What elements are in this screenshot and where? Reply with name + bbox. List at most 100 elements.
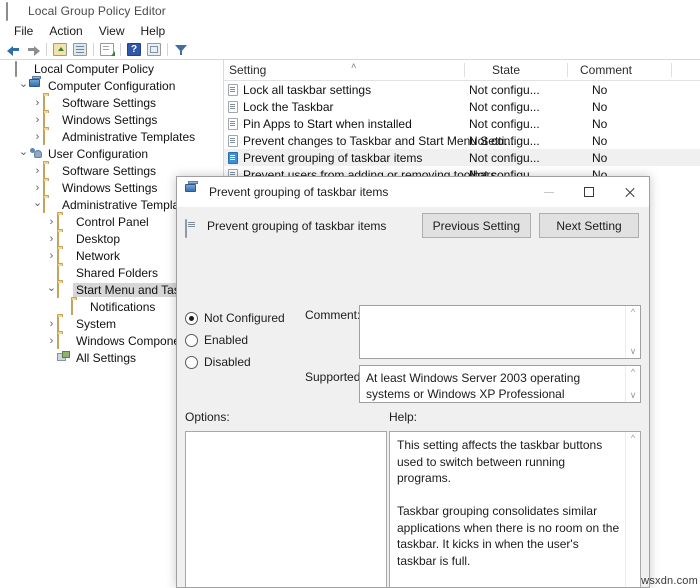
- tree-item[interactable]: ⌄Computer Configuration: [0, 77, 223, 94]
- scroll-up-icon[interactable]: ^: [631, 308, 635, 317]
- cell-state: Not configu...: [469, 83, 540, 97]
- supported-on-box: At least Windows Server 2003 operating s…: [359, 365, 641, 403]
- column-divider[interactable]: [567, 63, 568, 77]
- folder-icon: [57, 334, 72, 347]
- chevron-down-icon[interactable]: ⌄: [18, 77, 29, 94]
- all-settings-icon: [57, 351, 72, 364]
- options-panel[interactable]: [185, 431, 387, 588]
- supported-scrollbar[interactable]: ^ ∨: [625, 366, 640, 402]
- toolbar-separator: [120, 43, 121, 56]
- tree-item[interactable]: ›Software Settings: [0, 94, 223, 111]
- menu-item-file[interactable]: File: [6, 23, 41, 39]
- cell-state: Not configu...: [469, 134, 540, 148]
- chevron-down-icon[interactable]: ⌄: [18, 145, 29, 162]
- chevron-down-icon[interactable]: ⌄: [46, 281, 57, 298]
- column-header-state[interactable]: State: [492, 60, 520, 80]
- tree-item-label: All Settings: [76, 351, 136, 365]
- previous-setting-button[interactable]: Previous Setting: [422, 213, 531, 238]
- scroll-up-icon[interactable]: ^: [631, 434, 635, 443]
- table-row[interactable]: Lock all taskbar settingsNot configu...N…: [224, 81, 700, 98]
- chevron-right-icon[interactable]: ›: [46, 315, 57, 332]
- sort-ascending-icon: ˄: [351, 63, 360, 69]
- tree-item-label: Windows Settings: [62, 113, 157, 127]
- chevron-down-icon[interactable]: ⌄: [32, 196, 43, 213]
- column-header-comment[interactable]: Comment: [580, 60, 632, 80]
- user-icon: [29, 147, 44, 160]
- radio-enabled[interactable]: Enabled: [185, 329, 297, 351]
- toolbar-separator: [46, 43, 47, 56]
- show-hide-action-pane-icon[interactable]: [144, 41, 164, 59]
- supported-on-value: At least Windows Server 2003 operating s…: [360, 366, 640, 403]
- chevron-right-icon[interactable]: ›: [46, 213, 57, 230]
- chevron-right-icon[interactable]: ›: [46, 247, 57, 264]
- table-row[interactable]: Prevent grouping of taskbar itemsNot con…: [224, 149, 700, 166]
- navigation-buttons: Previous Setting Next Setting: [422, 213, 639, 238]
- settings-list[interactable]: Lock all taskbar settings Not configu... N…: [224, 81, 700, 183]
- maximize-button[interactable]: [569, 177, 609, 207]
- menu-item-help[interactable]: Help: [133, 23, 174, 39]
- show-hide-console-tree-icon[interactable]: [70, 41, 90, 59]
- watermark: wsxdn.com: [641, 575, 698, 587]
- state-radio-group[interactable]: Not Configured Enabled Disabled: [185, 307, 297, 373]
- tree-item[interactable]: › Windows Settings: [0, 111, 223, 128]
- menu-item-view[interactable]: View: [91, 23, 133, 39]
- scroll-down-icon[interactable]: ∨: [630, 391, 637, 400]
- comment-scrollbar[interactable]: ^ ∨: [625, 306, 640, 358]
- help-scrollbar[interactable]: ^ ∨: [625, 432, 640, 588]
- policy-setting-dialog: Prevent grouping of taskbar items Preven…: [176, 176, 650, 588]
- table-row[interactable]: Pin Apps to Start when installedNot conf…: [224, 115, 700, 132]
- chevron-right-icon[interactable]: ›: [32, 128, 43, 145]
- menu-item-action[interactable]: Action: [41, 23, 90, 39]
- next-setting-button[interactable]: Next Setting: [539, 213, 639, 238]
- dialog-title: Prevent grouping of taskbar items: [209, 185, 388, 199]
- close-button[interactable]: [609, 177, 649, 207]
- chevron-right-icon[interactable]: ›: [46, 332, 57, 349]
- scroll-down-icon[interactable]: ∨: [630, 347, 637, 356]
- folder-icon: [43, 181, 58, 194]
- chevron-right-icon[interactable]: ›: [32, 162, 43, 179]
- forward-icon[interactable]: [23, 41, 43, 59]
- table-row[interactable]: Prevent changes to Taskbar and Start Men…: [224, 132, 700, 149]
- cell-setting: Prevent grouping of taskbar items: [228, 151, 422, 165]
- options-value: [186, 432, 386, 442]
- scroll-up-icon[interactable]: ^: [631, 368, 635, 377]
- chevron-right-icon[interactable]: ›: [32, 111, 43, 128]
- tree-item[interactable]: ›Administrative Templates: [0, 128, 223, 145]
- help-icon[interactable]: ?: [124, 41, 144, 59]
- column-divider[interactable]: [671, 63, 672, 77]
- window-controls: [529, 177, 649, 207]
- help-panel[interactable]: This setting affects the taskbar buttons…: [389, 431, 641, 588]
- up-one-level-icon[interactable]: [50, 41, 70, 59]
- minimize-button[interactable]: [529, 177, 569, 207]
- export-list-icon[interactable]: [97, 41, 117, 59]
- tree-item[interactable]: ⌄User Configuration: [0, 145, 223, 162]
- filter-icon[interactable]: [171, 41, 191, 59]
- chevron-right-icon[interactable]: ›: [46, 230, 57, 247]
- back-icon[interactable]: [3, 41, 23, 59]
- options-label: Options:: [185, 410, 230, 424]
- folder-icon: [57, 283, 72, 296]
- cell-comment: No: [592, 134, 607, 148]
- dialog-setting-name: Prevent grouping of taskbar items: [207, 219, 386, 233]
- radio-not-configured[interactable]: Not Configured: [185, 307, 297, 329]
- column-header-setting[interactable]: Setting: [229, 60, 266, 80]
- chevron-right-icon[interactable]: ›: [32, 179, 43, 196]
- tool-bar: ?: [0, 40, 700, 59]
- table-row[interactable]: Lock the TaskbarNot configu...No: [224, 98, 700, 115]
- dialog-body: Not Configured Enabled Disabled Comment:…: [177, 245, 649, 588]
- folder-icon: [43, 113, 58, 126]
- radio-disabled[interactable]: Disabled: [185, 351, 297, 373]
- cell-setting-label: Lock all taskbar settings: [243, 83, 371, 97]
- chevron-right-icon[interactable]: ›: [32, 94, 43, 111]
- dialog-title-bar[interactable]: Prevent grouping of taskbar items: [177, 177, 649, 207]
- tree-item-label: Shared Folders: [76, 266, 158, 280]
- help-label: Help:: [389, 410, 417, 424]
- folder-icon: [57, 317, 72, 330]
- window-title-bar: Local Group Policy Editor: [0, 0, 700, 22]
- toolbar-separator: [167, 43, 168, 56]
- folder-icon: [43, 164, 58, 177]
- tree-item[interactable]: ›Local Computer Policy: [0, 60, 223, 77]
- column-divider[interactable]: [464, 63, 465, 77]
- tree-item-label: Network: [76, 249, 120, 263]
- comment-input[interactable]: ^ ∨: [359, 305, 641, 359]
